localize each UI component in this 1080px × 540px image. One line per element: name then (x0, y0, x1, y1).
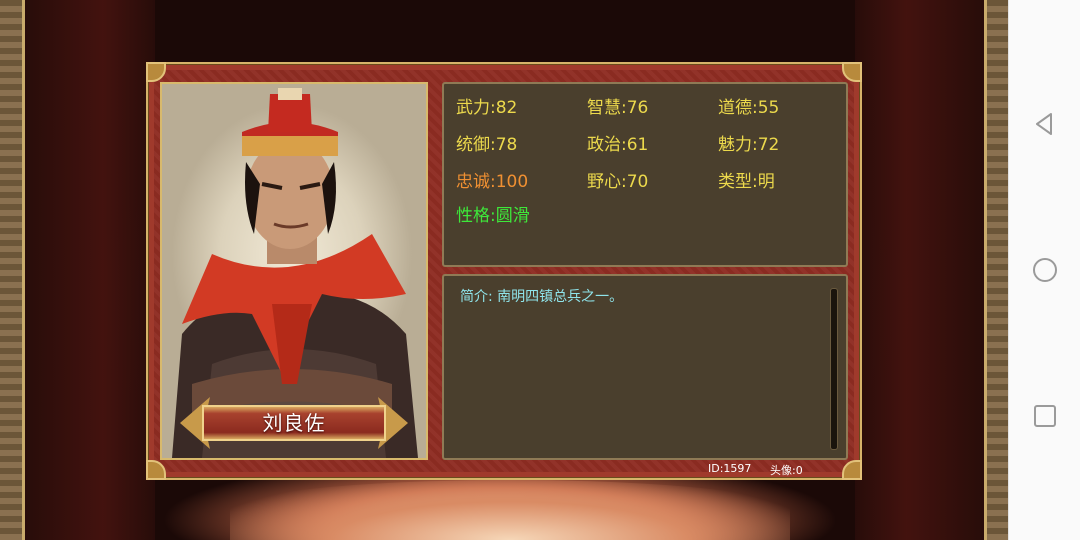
corner-ornament (146, 62, 166, 82)
corner-ornament (842, 460, 862, 480)
stat-personality: 性格:圆滑 (456, 206, 530, 226)
intro-text: 简介: 南明四镇总兵之一。 (460, 289, 624, 305)
character-name: 刘良佐 (262, 411, 326, 435)
stat-command: 统御:78 (456, 135, 518, 155)
stats-panel: 武力:82 智慧:76 道德:55 统御:78 政治:61 魅力:72 忠诚:1… (442, 82, 848, 267)
frame-left (0, 0, 25, 540)
stat-type: 类型:明 (718, 172, 775, 192)
intro-scrollbar[interactable] (830, 288, 838, 450)
stat-charisma: 魅力:72 (718, 135, 780, 155)
avatar-index: 头像:0 (770, 464, 803, 477)
corner-ornament (146, 460, 166, 480)
curtain-right (855, 0, 984, 540)
character-info-dialog: 刘良佐 武力:82 智慧:76 道德:55 统御:78 政治:61 魅力:72 … (146, 62, 862, 480)
home-icon[interactable] (1031, 256, 1059, 284)
curtain-left (25, 0, 155, 540)
stat-ambition: 野心:70 (587, 172, 649, 192)
recents-icon[interactable] (1031, 402, 1059, 430)
stat-force: 武力:82 (456, 98, 518, 118)
stat-loyalty: 忠诚:100 (456, 172, 529, 192)
character-portrait: 刘良佐 (160, 82, 428, 460)
floor-glow (230, 480, 790, 540)
android-nav-bar (1008, 0, 1080, 540)
frame-right (984, 0, 1011, 540)
stat-wisdom: 智慧:76 (587, 98, 649, 118)
stat-morality: 道德:55 (718, 98, 780, 118)
stat-politics: 政治:61 (587, 135, 649, 155)
intro-panel[interactable]: 简介: 南明四镇总兵之一。 (442, 274, 848, 460)
name-plate: 刘良佐 (180, 397, 408, 449)
back-icon[interactable] (1031, 110, 1059, 138)
character-id: ID:1597 (708, 462, 752, 475)
corner-ornament (842, 62, 862, 82)
